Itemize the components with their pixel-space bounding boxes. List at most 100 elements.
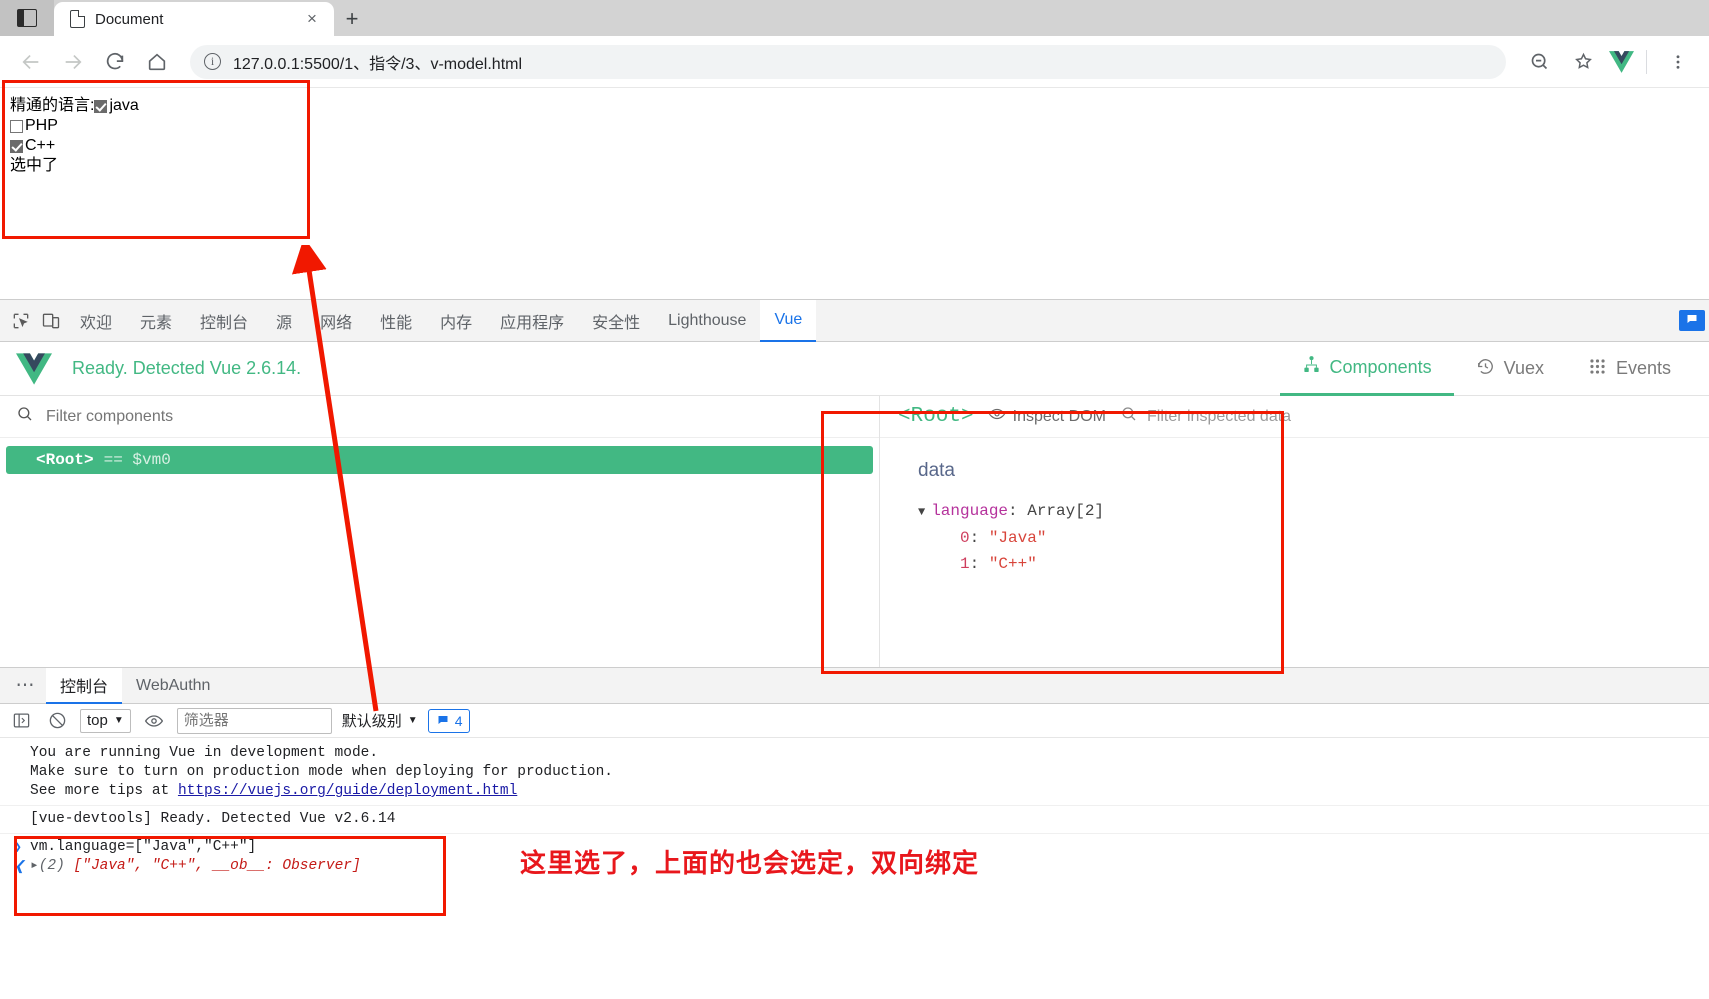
vue-tab-vuex[interactable]: Vuex — [1454, 342, 1566, 396]
home-icon[interactable] — [138, 43, 176, 81]
selection-status: 选中了 — [10, 157, 59, 174]
back-icon[interactable] — [12, 43, 50, 81]
filter-components-input[interactable] — [44, 406, 863, 427]
bookmark-star-icon[interactable] — [1564, 43, 1602, 81]
vue-body: <Root> == $vm0 <Root> Inspect DOM — [0, 396, 1709, 667]
browser-tab-strip: Document × + — [0, 0, 1709, 36]
checkbox-php[interactable] — [10, 119, 23, 133]
close-icon[interactable]: × — [300, 7, 324, 31]
console-toolbar: top ▼ 默认级别 ▼ 4 — [0, 704, 1709, 738]
page-row-2: C++ — [10, 136, 1699, 156]
device-toolbar-icon[interactable] — [36, 306, 66, 336]
page-row-0: 精通的语言: java — [10, 96, 1699, 116]
forward-icon[interactable] — [54, 43, 92, 81]
devtools-tab-application[interactable]: 应用程序 — [486, 300, 578, 342]
zoom-out-icon[interactable] — [1520, 43, 1558, 81]
inspector-filter-placeholder: Filter inspected data — [1146, 407, 1292, 425]
devtools-tab-sources[interactable]: 源 — [262, 300, 306, 342]
devtools-tab-vue[interactable]: Vue — [760, 299, 817, 342]
console-result-icon: ❮ — [14, 859, 25, 874]
vue-component-tree-pane: <Root> == $vm0 — [0, 396, 880, 667]
inspect-element-icon[interactable] — [6, 306, 36, 336]
data-row-index-1[interactable]: 1: "C++" — [918, 551, 1709, 577]
browser-menu-icon[interactable] — [1659, 43, 1697, 81]
console-message: [vue-devtools] Ready. Detected Vue v2.6.… — [30, 811, 396, 827]
console-link[interactable]: https://vuejs.org/guide/deployment.html — [178, 783, 517, 799]
data-value: Array[2] — [1027, 502, 1105, 520]
console-message-text: See more tips at — [30, 783, 178, 799]
annotation-note: 这里选了，上面的也会选定，双向绑定 — [520, 848, 980, 878]
inspect-dom-button[interactable]: Inspect DOM — [988, 405, 1106, 428]
checkbox-php-label: PHP — [25, 117, 58, 134]
data-value: "C++" — [988, 555, 1037, 573]
devtools-tab-welcome[interactable]: 欢迎 — [66, 300, 126, 342]
drawer-tab-webauthn[interactable]: WebAuthn — [122, 668, 224, 704]
vue-extension-icon[interactable] — [1608, 49, 1634, 75]
console-context-value: top — [87, 712, 108, 729]
component-name: <Root> — [36, 451, 94, 469]
browser-toolbar: i 127.0.0.1:5500/1、指令/3、v-model.html — [0, 36, 1709, 88]
devtools-panel: 欢迎 元素 控制台 源 网络 性能 内存 应用程序 安全性 Lighthouse… — [0, 299, 1709, 999]
console-divider — [0, 805, 1709, 806]
page-content: 精通的语言: java PHP C++ 选中了 — [0, 88, 1709, 318]
checkbox-java[interactable] — [94, 99, 108, 113]
data-row-index-0[interactable]: 0: "Java" — [918, 525, 1709, 551]
console-context-select[interactable]: top ▼ — [80, 708, 131, 733]
chevron-down-icon: ▼ — [113, 715, 124, 726]
site-info-icon[interactable]: i — [204, 53, 221, 70]
checkbox-java-label: java — [109, 97, 139, 114]
vue-tab-events[interactable]: Events — [1566, 342, 1693, 396]
vue-header: Ready. Detected Vue 2.6.14. Components V… — [0, 342, 1709, 396]
inspector-filter[interactable]: Filter inspected data — [1120, 405, 1691, 428]
component-tree-row-root[interactable]: <Root> == $vm0 — [6, 446, 873, 474]
console-level-select[interactable]: 默认级别 ▼ — [342, 710, 418, 731]
devtools-tab-console[interactable]: 控制台 — [186, 300, 262, 342]
data-row-language[interactable]: ▼ language: Array[2] — [918, 498, 1709, 525]
address-bar[interactable]: i 127.0.0.1:5500/1、指令/3、v-model.html — [190, 44, 1506, 79]
vue-logo-icon — [16, 352, 52, 385]
language-label: 精通的语言: — [10, 97, 95, 114]
chevron-down-icon: ▼ — [407, 715, 418, 726]
search-icon — [1120, 405, 1138, 428]
reload-icon[interactable] — [96, 43, 134, 81]
vue-inspector-body: data ▼ language: Array[2] 0: "Java" 1: "C… — [880, 438, 1709, 667]
browser-tab[interactable]: Document × — [54, 2, 334, 36]
chevron-down-icon[interactable]: ▼ — [918, 505, 925, 519]
drawer-more-icon[interactable]: ⋯ — [6, 674, 46, 697]
inspected-component-name: <Root> — [898, 405, 974, 428]
devtools-tab-network[interactable]: 网络 — [306, 300, 366, 342]
component-vm-ref: == $vm0 — [103, 451, 171, 469]
new-tab-button[interactable]: + — [334, 2, 370, 36]
devtools-tab-memory[interactable]: 内存 — [426, 300, 486, 342]
vue-tab-components[interactable]: Components — [1279, 342, 1454, 396]
page-row-3: 选中了 — [10, 156, 1699, 176]
issues-chip-icon[interactable] — [1679, 310, 1705, 331]
data-key: 1 — [960, 555, 970, 573]
data-sep: : — [969, 529, 989, 547]
expand-triangle-icon[interactable]: ▸ — [30, 858, 39, 874]
tab-search-button[interactable] — [0, 0, 54, 36]
console-filter-input[interactable] — [176, 707, 332, 734]
message-icon — [436, 713, 450, 729]
data-sep: : — [1008, 502, 1028, 520]
devtools-tab-performance[interactable]: 性能 — [366, 300, 426, 342]
console-prompt-icon: ❯ — [14, 840, 22, 855]
data-section-title: data — [918, 460, 955, 481]
vue-inspector-header: <Root> Inspect DOM Filter inspected data — [880, 396, 1709, 438]
history-icon — [1476, 357, 1495, 381]
devtools-tab-elements[interactable]: 元素 — [126, 300, 186, 342]
console-sidebar-icon[interactable] — [8, 708, 34, 734]
data-key: 0 — [960, 529, 970, 547]
console-issues-badge[interactable]: 4 — [427, 708, 471, 733]
eye-icon[interactable] — [141, 708, 167, 734]
clear-console-icon[interactable] — [44, 708, 70, 734]
vue-devtools-panel: Ready. Detected Vue 2.6.14. Components V… — [0, 342, 1709, 667]
devtools-tab-security[interactable]: 安全性 — [578, 300, 654, 342]
document-icon — [70, 10, 85, 28]
devtools-tab-lighthouse[interactable]: Lighthouse — [654, 300, 760, 342]
toolbar-divider — [1646, 49, 1647, 74]
devtools-tab-bar: 欢迎 元素 控制台 源 网络 性能 内存 应用程序 安全性 Lighthouse… — [0, 299, 1709, 342]
drawer-tab-console[interactable]: 控制台 — [46, 667, 123, 704]
checkbox-cpp[interactable] — [10, 139, 23, 153]
console-message: See more tips at https://vuejs.org/guide… — [0, 782, 1709, 801]
